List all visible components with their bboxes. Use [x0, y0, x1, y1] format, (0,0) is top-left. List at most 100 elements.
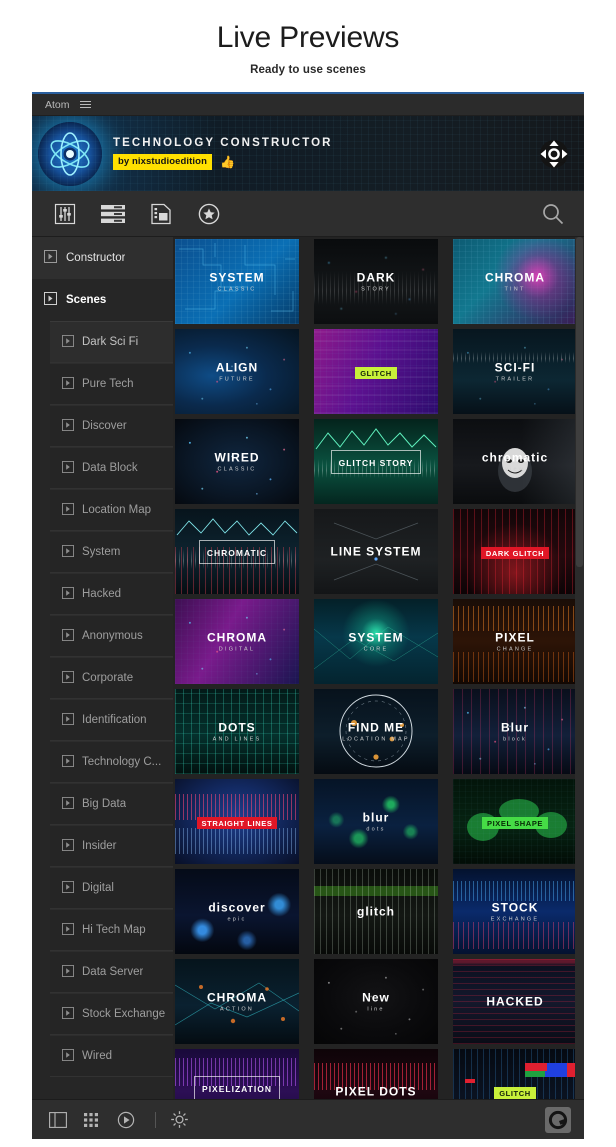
author-badge[interactable]: by nixstudioedition — [113, 154, 212, 170]
preview-thumbnail[interactable]: SCI-FI TRAILER — [453, 329, 577, 414]
preview-thumbnail[interactable]: glitch — [314, 869, 438, 954]
preview-thumbnail[interactable]: STRAIGHT LINES — [175, 779, 299, 864]
thumbnail-title: LINE SYSTEM — [330, 544, 422, 558]
file-icon — [62, 376, 74, 392]
preview-thumbnail[interactable]: STOCK EXCHANGE — [453, 869, 577, 954]
sidebar-item-pure-tech[interactable]: Pure Tech — [50, 363, 173, 405]
sidebar[interactable]: Constructor Scenes Dark Sci Fi Pure Tech D… — [32, 237, 173, 1099]
thumbnail-title: STOCK — [491, 900, 539, 914]
layers-list-icon[interactable] — [96, 199, 130, 229]
preview-thumbnail[interactable]: GLITCH — [314, 329, 438, 414]
preview-thumbnail[interactable]: discover epic — [175, 869, 299, 954]
app-logo-icon[interactable] — [544, 1106, 572, 1134]
file-icon — [62, 1006, 74, 1022]
preview-thumbnail[interactable]: SYSTEM CLASSIC — [175, 239, 299, 324]
thumbnail-title: PIXELIZATION — [202, 1083, 272, 1094]
thumbnail-title: PIXEL — [495, 630, 535, 644]
film-document-icon[interactable] — [144, 199, 178, 229]
sidebar-item-hi-tech-map[interactable]: Hi Tech Map — [50, 909, 173, 951]
search-icon[interactable] — [538, 199, 568, 229]
gear-icon[interactable] — [165, 1107, 193, 1133]
preview-thumbnail[interactable]: CHROMA DIGITAL — [175, 599, 299, 684]
preview-grid: SYSTEM CLASSIC DARK STORY CHROMA TINT ALIGN… — [173, 237, 584, 1099]
sidebar-item-identification[interactable]: Identification — [50, 699, 173, 741]
file-icon — [62, 628, 74, 644]
thumbnail-label-block: FIND ME LOCATION MAP — [314, 721, 438, 743]
file-icon — [62, 880, 74, 896]
thumbnail-label-block: DOTS AND LINES — [175, 720, 299, 743]
panel-layout-icon[interactable] — [44, 1107, 72, 1133]
sidebar-item-digital[interactable]: Digital — [50, 867, 173, 909]
sidebar-item-dark-sci-fi[interactable]: Dark Sci Fi — [50, 321, 173, 363]
sidebar-item-stock-exchange[interactable]: Stock Exchange — [50, 993, 173, 1035]
preview-thumbnail[interactable]: CHROMATIC — [175, 509, 299, 594]
thumbnail-title: GLITCH — [494, 1087, 536, 1099]
preview-thumbnail[interactable]: SYSTEM CORE — [314, 599, 438, 684]
preview-thumbnail[interactable]: chromatic view — [453, 419, 577, 504]
page-title: Live Previews — [216, 21, 400, 54]
sidebar-group-label: Scenes — [66, 294, 107, 306]
preview-thumbnail[interactable]: FIND ME LOCATION MAP — [314, 689, 438, 774]
play-circle-icon[interactable] — [112, 1107, 140, 1133]
banner-text-block: TECHNOLOGY CONSTRUCTOR by nixstudioediti… — [113, 137, 333, 170]
thumbnail-label-block: glitch — [314, 905, 438, 918]
thumbnail-label-block: CHROMATIC — [175, 539, 299, 564]
thumbnail-title: DOTS — [218, 720, 256, 734]
grid-view-icon[interactable] — [78, 1107, 106, 1133]
preview-thumbnail[interactable]: PIXEL DOTS — [314, 1049, 438, 1099]
sidebar-item-location-map[interactable]: Location Map — [50, 489, 173, 531]
preview-thumbnail[interactable]: blur dots — [314, 779, 438, 864]
thumbnail-label-block: STRAIGHT LINES — [175, 813, 299, 831]
star-circle-icon[interactable] — [192, 199, 226, 229]
sidebar-item-technology-c[interactable]: Technology C... — [50, 741, 173, 783]
hamburger-icon[interactable] — [79, 101, 91, 108]
file-icon — [62, 964, 74, 980]
sidebar-item-big-data[interactable]: Big Data — [50, 783, 173, 825]
sidebar-item-constructor[interactable]: Constructor — [32, 237, 173, 279]
banner-title: TECHNOLOGY CONSTRUCTOR — [113, 137, 333, 149]
sidebar-item-data-server[interactable]: Data Server — [50, 951, 173, 993]
sidebar-item-insider[interactable]: Insider — [50, 825, 173, 867]
app-window: Atom TECHNOLOGY CONSTRUCTOR by nixstudio… — [32, 92, 584, 1139]
preview-thumbnail[interactable]: GLITCH — [453, 1049, 577, 1099]
sidebar-group-scenes[interactable]: Scenes — [32, 279, 173, 321]
sidebar-item-label: Location Map — [82, 504, 152, 516]
preview-thumbnail[interactable]: PIXEL CHANGE — [453, 599, 577, 684]
thumbnail-subtitle: FUTURE — [219, 376, 255, 382]
preview-thumbnail[interactable]: Blur block — [453, 689, 577, 774]
main-toolbar — [32, 191, 584, 237]
sidebar-item-anonymous[interactable]: Anonymous — [50, 615, 173, 657]
thumbnail-label-block: Blur block — [453, 721, 577, 743]
preview-thumbnail[interactable]: DARK STORY — [314, 239, 438, 324]
thumbs-up-icon[interactable]: 👍 — [220, 156, 235, 168]
sidebar-item-corporate[interactable]: Corporate — [50, 657, 173, 699]
preview-thumbnail[interactable]: PIXEL SHAPE — [453, 779, 577, 864]
preview-thumbnail[interactable]: HACKED — [453, 959, 577, 1044]
preview-thumbnail[interactable]: DARK GLITCH — [453, 509, 577, 594]
thumbnail-subtitle: CHANGE — [496, 646, 534, 652]
thumbnail-title: CHROMA — [207, 990, 267, 1004]
preview-thumbnail[interactable]: ALIGN FUTURE — [175, 329, 299, 414]
preview-thumbnail[interactable]: DOTS AND LINES — [175, 689, 299, 774]
sidebar-item-label: Identification — [82, 714, 147, 726]
file-icon — [44, 292, 57, 308]
thumbnail-subtitle: view — [505, 466, 525, 472]
sidebar-item-wired[interactable]: Wired — [50, 1035, 173, 1077]
preview-thumbnail[interactable]: LINE SYSTEM — [314, 509, 438, 594]
sidebar-item-hacked[interactable]: Hacked — [50, 573, 173, 615]
preview-thumbnail[interactable]: CHROMA TINT — [453, 239, 577, 324]
preview-thumbnail[interactable]: GLITCH STORY — [314, 419, 438, 504]
sliders-icon[interactable] — [48, 199, 82, 229]
preview-thumbnail[interactable]: WIRED CLASSIC — [175, 419, 299, 504]
preview-thumbnail[interactable]: CHROMA ACTION — [175, 959, 299, 1044]
sidebar-item-discover[interactable]: Discover — [50, 405, 173, 447]
file-icon — [62, 922, 74, 938]
thumbnail-title: glitch — [357, 904, 395, 918]
thumbnail-title: SCI-FI — [494, 360, 536, 374]
sidebar-item-system[interactable]: System — [50, 531, 173, 573]
preview-thumbnail[interactable]: New line — [314, 959, 438, 1044]
navigation-compass-icon[interactable] — [539, 139, 569, 169]
file-icon — [62, 544, 74, 560]
preview-thumbnail[interactable]: PIXELIZATION BETA — [175, 1049, 299, 1099]
sidebar-item-data-block[interactable]: Data Block — [50, 447, 173, 489]
